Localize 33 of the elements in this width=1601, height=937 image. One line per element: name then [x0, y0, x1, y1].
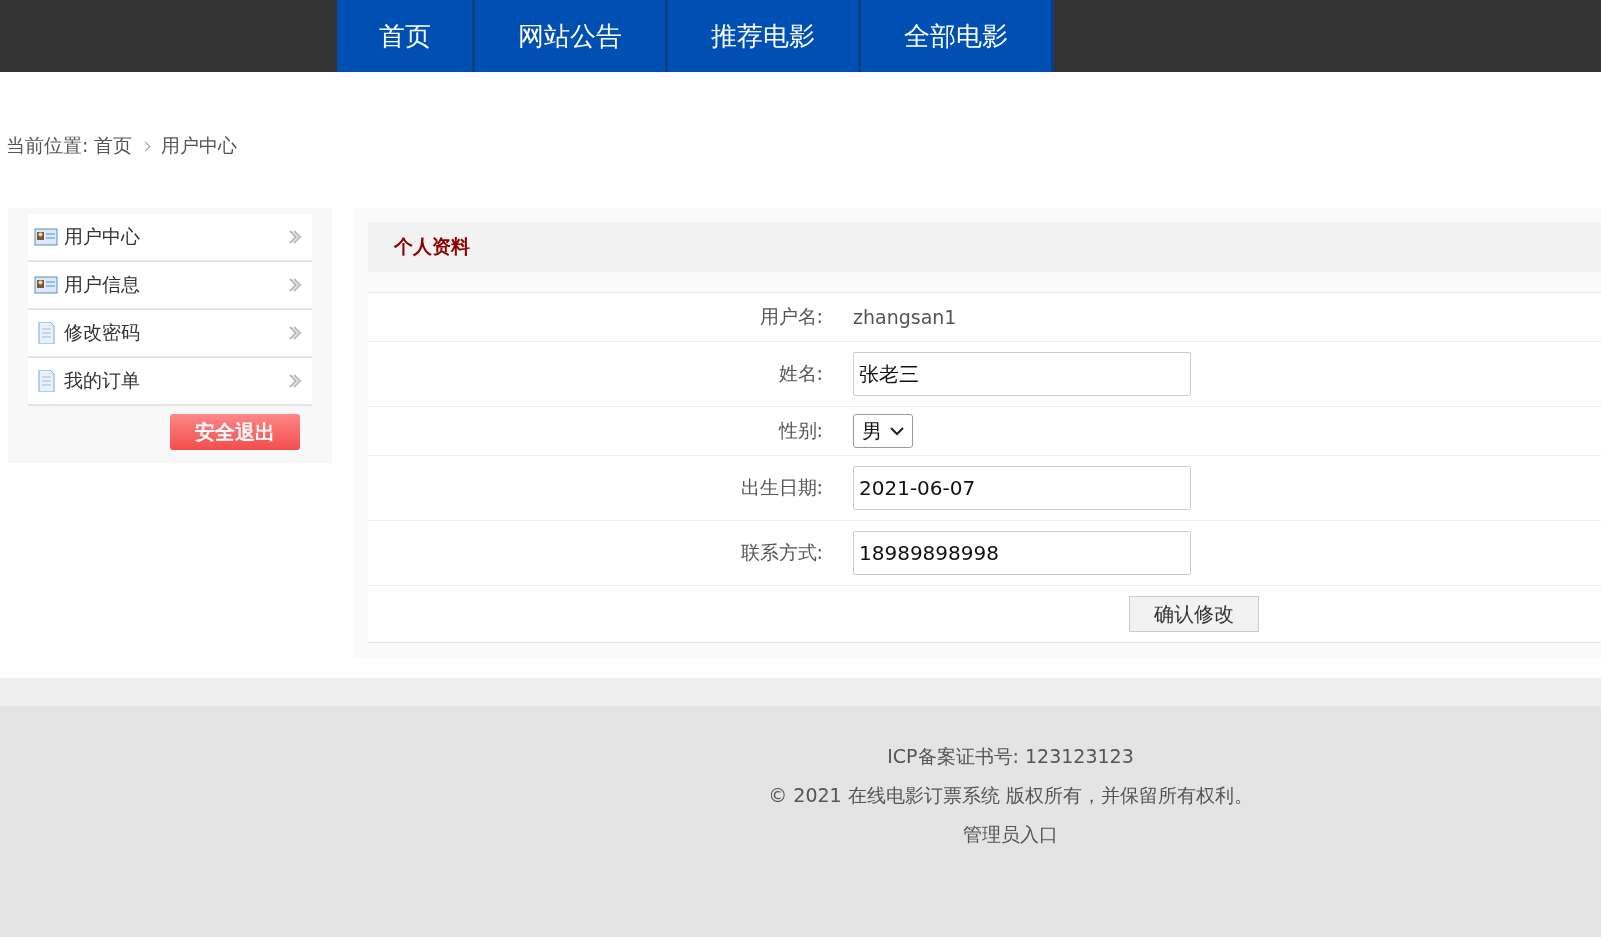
field-label: 出生日期: — [739, 475, 823, 500]
id-card-icon — [34, 226, 58, 248]
nav-tab[interactable]: 首页 — [337, 0, 475, 72]
nav-tab[interactable]: 网站公告 — [475, 0, 668, 72]
double-chevron-icon — [288, 229, 302, 245]
sidebar-item[interactable]: 我的订单 — [28, 358, 312, 406]
input-field[interactable]: 2021-06-07 — [853, 466, 1191, 510]
input-field[interactable]: 18989898998 — [853, 531, 1191, 575]
field-label: 姓名: — [777, 361, 823, 386]
breadcrumb-link[interactable]: 首页 — [94, 133, 133, 159]
double-chevron-icon — [288, 373, 302, 389]
breadcrumb-link[interactable]: 用户中心 — [161, 133, 238, 159]
panel-title: 个人资料 — [394, 234, 470, 259]
admin-link[interactable]: 管理员入口 — [963, 822, 1058, 848]
id-card-icon — [34, 274, 58, 296]
sidebar-item[interactable]: 用户信息 — [28, 262, 312, 310]
field-label: 联系方式: — [739, 540, 823, 565]
footer-text: © 2021 在线电影订票系统 版权所有，并保留所有权利。 — [768, 783, 1253, 808]
username-value: zhangsan1 — [853, 306, 958, 328]
gender-select[interactable]: 男 — [853, 414, 913, 448]
field-label: 性别: — [777, 418, 823, 443]
footer-text: ICP备案证书号: 123123123 — [887, 744, 1134, 769]
double-chevron-icon — [288, 325, 302, 341]
breadcrumb-label: 当前位置: — [6, 133, 89, 158]
sidebar-item[interactable]: 修改密码 — [28, 310, 312, 358]
nav-tab[interactable]: 全部电影 — [861, 0, 1054, 72]
nav-tab[interactable]: 推荐电影 — [668, 0, 861, 72]
chevron-down-icon — [890, 426, 904, 436]
field-label: 用户名: — [758, 304, 823, 329]
confirm-button[interactable]: 确认修改 — [1129, 596, 1259, 632]
input-field[interactable]: 张老三 — [853, 352, 1191, 396]
sidebar-item[interactable]: 用户中心 — [28, 214, 312, 262]
double-chevron-icon — [288, 277, 302, 293]
